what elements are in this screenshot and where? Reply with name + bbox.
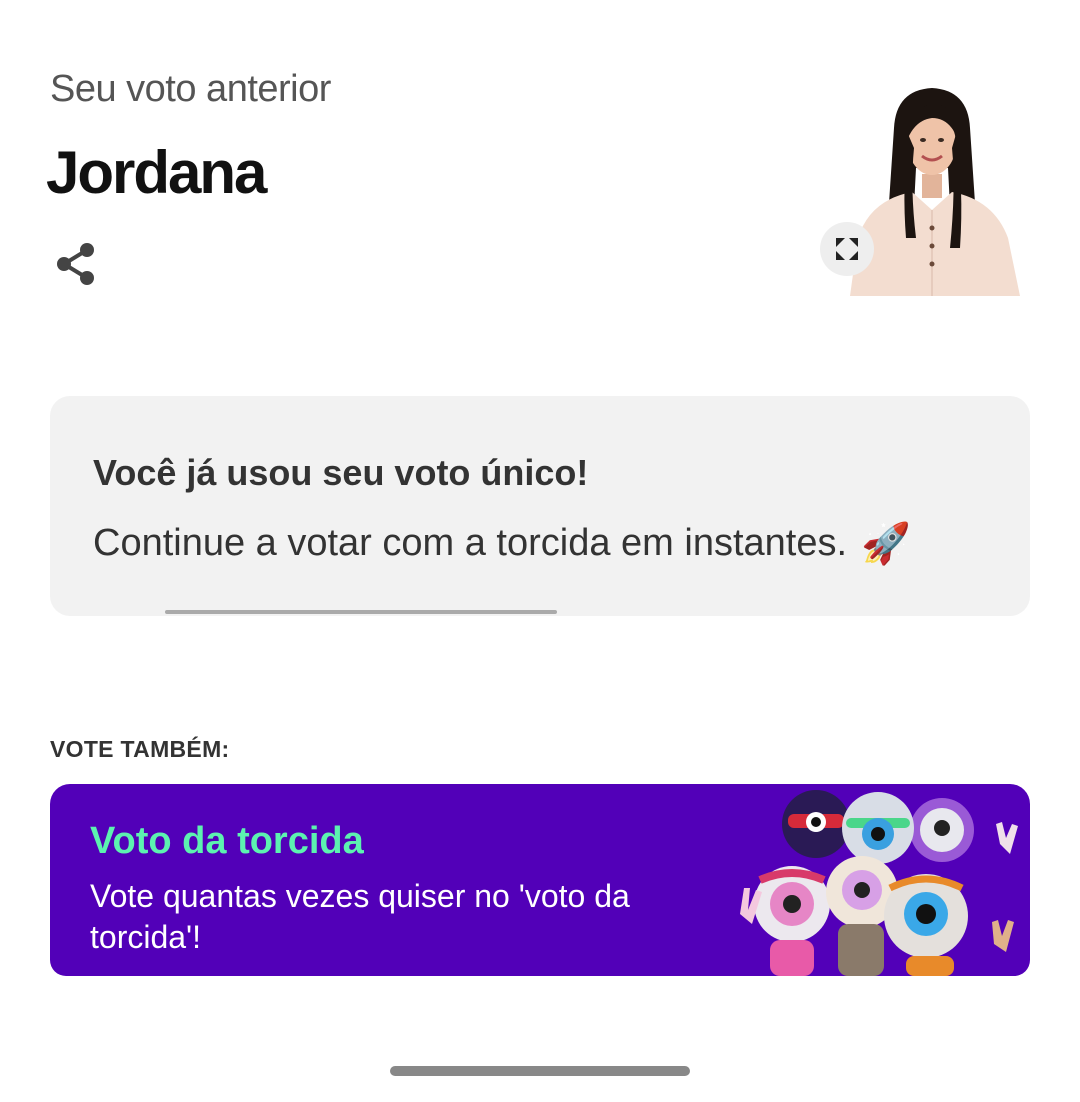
candidate-name: Jordana xyxy=(46,139,267,206)
promo-description: Vote quantas vezes quiser no 'voto da to… xyxy=(90,878,630,955)
promo-title: Voto da torcida xyxy=(90,820,364,862)
rocket-icon: 🚀 xyxy=(861,521,911,567)
vote-used-notice: Você já usou seu voto único! Continue a … xyxy=(50,396,1030,616)
previous-vote-label: Seu voto anterior xyxy=(50,68,331,110)
home-indicator[interactable] xyxy=(390,1066,690,1076)
notice-message: Continue a votar com a torcida em instan… xyxy=(93,522,848,564)
notice-message-row: Continue a votar com a torcida em instan… xyxy=(93,520,911,567)
mascots-illustration xyxy=(740,790,1018,976)
progress-line xyxy=(165,610,557,614)
notice-title: Você já usou seu voto único! xyxy=(93,452,589,493)
share-icon xyxy=(57,243,94,285)
share-button[interactable] xyxy=(50,238,102,290)
expand-photo-button[interactable] xyxy=(820,222,874,276)
vote-also-heading: VOTE TAMBÉM: xyxy=(50,736,230,762)
expand-icon xyxy=(836,238,858,260)
voto-da-torcida-card[interactable]: Voto da torcida Vote quantas vezes quise… xyxy=(50,784,1030,976)
